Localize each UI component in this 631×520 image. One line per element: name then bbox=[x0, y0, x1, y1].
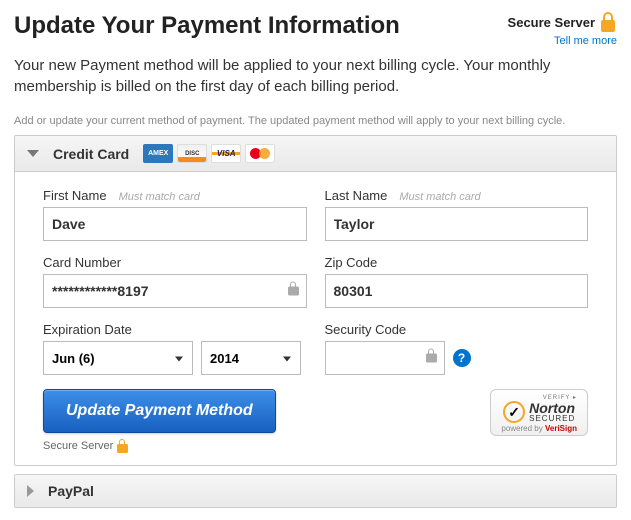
tell-me-more-link[interactable]: Tell me more bbox=[554, 35, 617, 47]
visa-icon bbox=[211, 144, 241, 163]
expiration-label: Expiration Date bbox=[43, 322, 132, 337]
last-name-hint: Must match card bbox=[399, 191, 480, 203]
security-code-label: Security Code bbox=[325, 322, 407, 337]
last-name-label: Last Name bbox=[325, 188, 388, 203]
paypal-panel: PayPal bbox=[14, 474, 617, 508]
chevron-down-icon bbox=[27, 150, 39, 157]
norton-name: Norton bbox=[529, 401, 575, 415]
lock-icon bbox=[117, 439, 128, 453]
zip-label: Zip Code bbox=[325, 255, 378, 270]
lock-icon bbox=[599, 12, 617, 32]
secure-server-badge: Secure Server Tell me more bbox=[508, 12, 617, 47]
intro-text: Your new Payment method will be applied … bbox=[14, 55, 617, 97]
norton-secured-badge[interactable]: VERIFY ▸ ✓ Norton SECURED powered by Ver… bbox=[490, 389, 588, 436]
chevron-right-icon bbox=[27, 485, 34, 497]
amex-icon bbox=[143, 144, 173, 163]
credit-card-title: Credit Card bbox=[53, 146, 129, 162]
norton-secured-label: SECURED bbox=[529, 415, 575, 423]
secure-server-label: Secure Server bbox=[508, 15, 595, 30]
mastercard-icon bbox=[245, 144, 275, 163]
first-name-input[interactable] bbox=[43, 207, 307, 241]
card-number-label: Card Number bbox=[43, 255, 121, 270]
credit-card-panel: Credit Card First Name Must match card L… bbox=[14, 135, 617, 466]
update-payment-button[interactable]: Update Payment Method bbox=[43, 389, 276, 433]
paypal-panel-header[interactable]: PayPal bbox=[15, 475, 616, 507]
security-code-input[interactable] bbox=[325, 341, 445, 375]
card-brand-icons bbox=[143, 144, 275, 163]
paypal-title: PayPal bbox=[48, 483, 94, 499]
exp-month-select[interactable]: Jun (6) bbox=[43, 341, 193, 375]
page-title: Update Your Payment Information bbox=[14, 12, 400, 40]
first-name-label: First Name bbox=[43, 188, 107, 203]
last-name-input[interactable] bbox=[325, 207, 589, 241]
helper-text: Add or update your current method of pay… bbox=[14, 115, 617, 127]
checkmark-icon: ✓ bbox=[503, 401, 525, 423]
zip-input[interactable] bbox=[325, 274, 589, 308]
first-name-hint: Must match card bbox=[119, 191, 200, 203]
help-icon[interactable]: ? bbox=[453, 349, 471, 367]
discover-icon bbox=[177, 144, 207, 163]
card-number-input[interactable] bbox=[43, 274, 307, 308]
secure-server-small-label: Secure Server bbox=[43, 440, 113, 452]
exp-year-select[interactable]: 2014 bbox=[201, 341, 301, 375]
credit-card-panel-header[interactable]: Credit Card bbox=[15, 136, 616, 172]
